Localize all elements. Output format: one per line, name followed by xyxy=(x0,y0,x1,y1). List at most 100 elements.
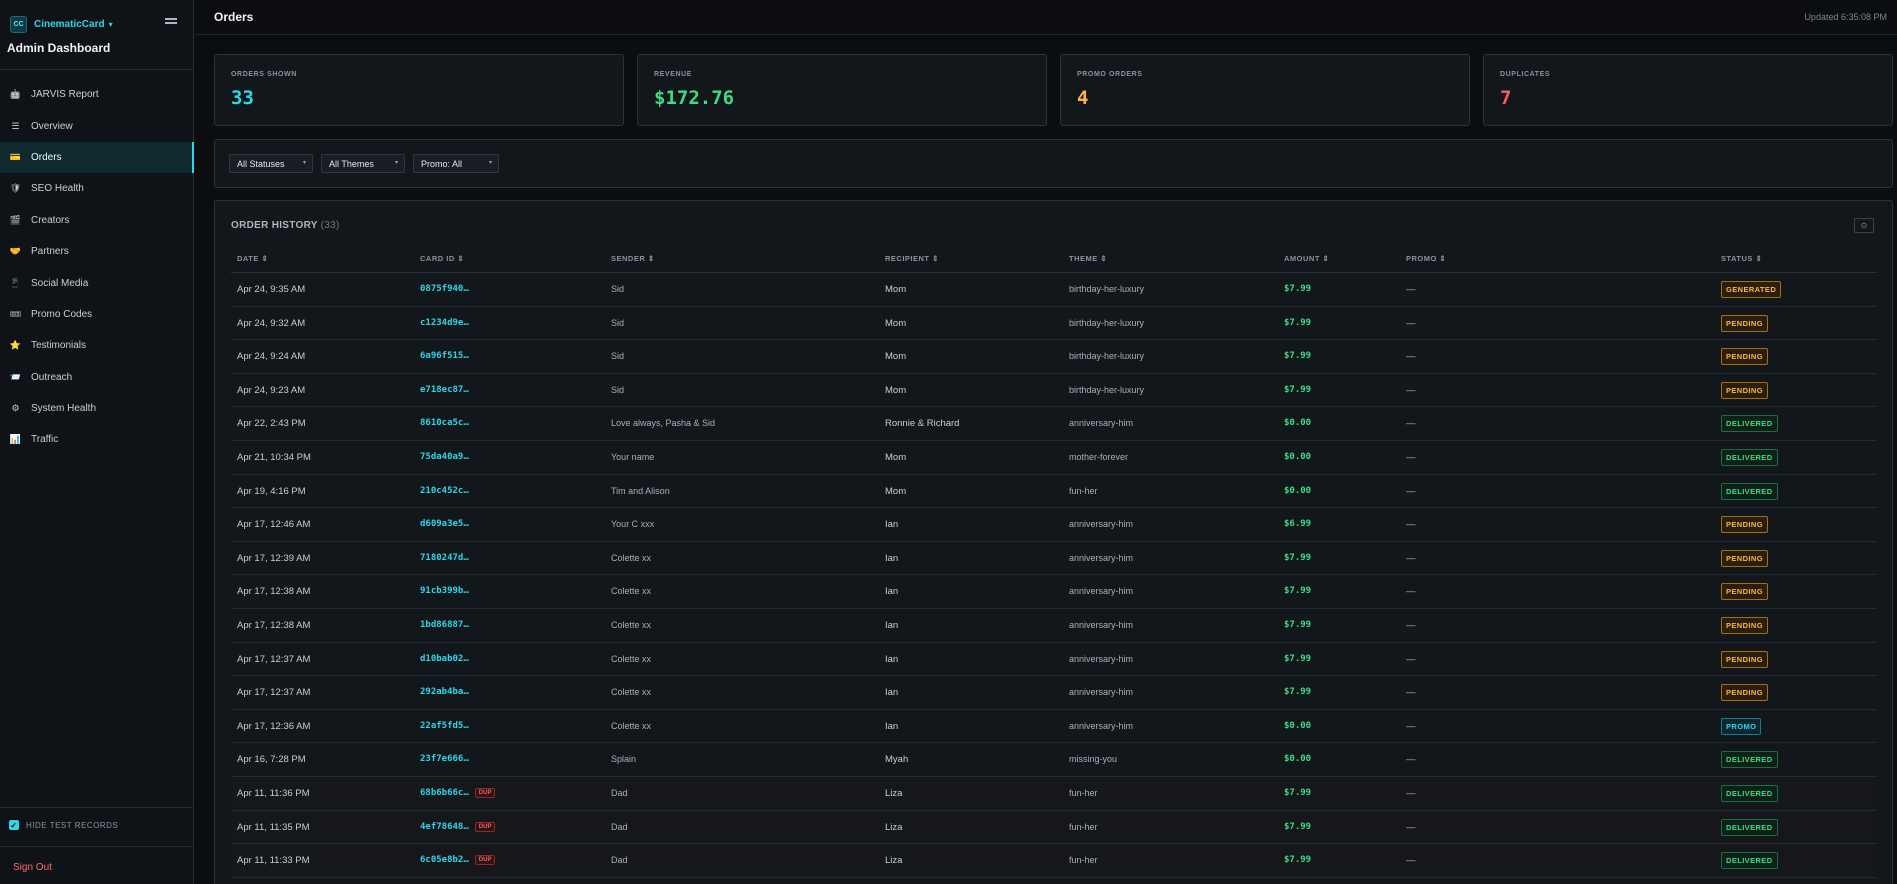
cell-card-id[interactable]: e718ec87… xyxy=(420,385,469,395)
column-header-card-id[interactable]: CARD ID ⇕ xyxy=(420,254,464,263)
table-row[interactable]: Apr 17, 12:38 AM 1bd86887… Colette xx Ian an… xyxy=(231,609,1877,643)
cell-card-id-text[interactable]: 210c452c… xyxy=(420,486,469,496)
cell-card-id-text[interactable]: c1234d9e… xyxy=(420,318,469,328)
sidebar-item-testimonials[interactable]: ⭐ Testimonials xyxy=(0,330,194,361)
cell-card-id-text[interactable]: 8610ca5c… xyxy=(420,418,469,428)
sidebar-item-promo-codes[interactable]: 🎟 Promo Codes xyxy=(0,299,194,330)
stat-label: DUPLICATES xyxy=(1500,71,1551,78)
sign-out-link[interactable]: Sign Out xyxy=(13,862,52,873)
checkbox-checked-icon[interactable]: ✓ xyxy=(9,820,19,830)
cell-amount-text: $6.99 xyxy=(1284,519,1312,530)
cell-theme-text: fun-her xyxy=(1069,485,1098,496)
sidebar-item-partners[interactable]: 🤝 Partners xyxy=(0,236,194,267)
sidebar-item-social-media[interactable]: 📱 Social Media xyxy=(0,267,194,298)
top-bar: Orders Updated 6:35:08 PM xyxy=(195,0,1897,35)
table-row[interactable]: Apr 11, 11:36 PM 68b6b66c… DUP Dad Liza fun-h… xyxy=(231,776,1877,811)
table-row[interactable]: Apr 17, 12:36 AM 22af5fd5… Colette xx Ian an… xyxy=(231,710,1877,744)
cell-card-id[interactable]: 210c452c… xyxy=(420,486,469,496)
cell-card-id-text[interactable]: 23f7e666… xyxy=(420,754,469,764)
column-header-theme[interactable]: THEME ⇕ xyxy=(1069,254,1107,263)
cell-amount: $7.99 xyxy=(1284,586,1311,596)
cell-card-id[interactable]: 6c05e8b2… DUP xyxy=(420,855,496,866)
column-header-amount[interactable]: AMOUNT ⇕ xyxy=(1284,254,1329,263)
cell-card-id-text[interactable]: 91cb399b… xyxy=(420,586,469,596)
status-filter-select[interactable]: All Statuses ▾ xyxy=(229,154,313,173)
sidebar-item-traffic[interactable]: 📊 Traffic xyxy=(0,424,194,455)
cell-card-id-text[interactable]: 292ab4ba… xyxy=(420,687,469,697)
hide-test-records-toggle[interactable]: ✓ HIDE TEST RECORDS xyxy=(9,820,118,830)
cell-date-text: Apr 24, 9:24 AM xyxy=(237,351,306,363)
sidebar-item-creators[interactable]: 🎬 Creators xyxy=(0,205,194,236)
cell-card-id[interactable]: 6a96f515… xyxy=(420,351,469,361)
cell-theme-text: missing-you xyxy=(1069,754,1118,765)
collapse-sidebar-icon[interactable] xyxy=(165,18,177,28)
table-row[interactable]: Apr 21, 10:34 PM 75da40a9… Your name Mom mot… xyxy=(231,441,1877,475)
table-row[interactable]: Apr 17, 12:46 AM d609a3e5… Your C xxx Ian an… xyxy=(231,508,1877,542)
cell-promo: — xyxy=(1406,553,1416,564)
table-row[interactable]: Apr 11, 11:33 PM 6c05e8b2… DUP Dad Liza fun-h… xyxy=(231,844,1877,878)
sidebar-item-jarvis-report[interactable]: 🤖 JARVIS Report xyxy=(0,79,194,110)
cell-card-id[interactable]: 91cb399b… xyxy=(420,586,469,596)
cell-promo: — xyxy=(1406,788,1416,799)
cell-recipient-text: Liza xyxy=(885,821,903,833)
cell-recipient-text: Ian xyxy=(885,720,899,732)
duplicate-badge: DUP xyxy=(474,821,496,832)
cell-card-id[interactable]: 7180247d… xyxy=(420,553,469,563)
column-header-recipient[interactable]: RECIPIENT ⇕ xyxy=(885,254,939,263)
chevron-down-icon: ▾ xyxy=(302,160,306,166)
cell-card-id-text[interactable]: 1bd86887… xyxy=(420,620,469,630)
cell-card-id-text[interactable]: 0875f940… xyxy=(420,284,469,294)
brand-switcher[interactable]: CC CinematicCard ▾ xyxy=(10,16,113,33)
cell-card-id[interactable]: 0875f940… xyxy=(420,284,469,294)
sidebar-item-overview[interactable]: ☰ Overview xyxy=(0,110,194,141)
cell-promo-text: — xyxy=(1406,720,1416,732)
table-row[interactable]: Apr 24, 9:23 AM e718ec87… Sid Mom birthday-h… xyxy=(231,374,1877,408)
table-row[interactable]: Apr 17, 12:38 AM 91cb399b… Colette xx Ian an… xyxy=(231,575,1877,609)
column-header-status[interactable]: STATUS ⇕ xyxy=(1721,254,1762,263)
cell-card-id-text[interactable]: 4ef78648… xyxy=(420,822,469,832)
filter-bar: All Statuses ▾ All Themes ▾ Promo: All ▾ xyxy=(214,139,1893,188)
cell-card-id-text[interactable]: d609a3e5… xyxy=(420,519,469,529)
theme-filter-select[interactable]: All Themes ▾ xyxy=(321,154,405,173)
table-row[interactable]: Apr 17, 12:39 AM 7180247d… Colette xx Ian an… xyxy=(231,542,1877,576)
cell-card-id[interactable]: c1234d9e… xyxy=(420,318,469,328)
refresh-button[interactable]: ⊙ xyxy=(1854,218,1874,233)
table-row[interactable]: Apr 19, 4:16 PM 210c452c… Tim and Alison Mo… xyxy=(231,475,1877,509)
column-header-date[interactable]: DATE ⇕ xyxy=(237,254,268,263)
table-row[interactable]: Apr 22, 2:43 PM 8610ca5c… Love always, Pas… xyxy=(231,407,1877,441)
cell-promo: — xyxy=(1406,855,1416,866)
table-row[interactable]: Apr 24, 9:32 AM c1234d9e… Sid Mom birthday-h… xyxy=(231,307,1877,341)
sidebar-item-system-health[interactable]: ⚙ System Health xyxy=(0,393,194,424)
promo-filter-select[interactable]: Promo: All ▾ xyxy=(413,154,499,173)
cell-card-id[interactable]: 23f7e666… xyxy=(420,754,469,764)
column-header-sender[interactable]: SENDER ⇕ xyxy=(611,254,655,263)
sidebar-item-orders[interactable]: 💳 Orders xyxy=(0,141,194,174)
cell-date-text: Apr 11, 11:36 PM xyxy=(237,787,310,799)
cell-card-id[interactable]: 292ab4ba… xyxy=(420,687,469,697)
table-row[interactable]: Apr 24, 9:35 AM 0875f940… Sid Mom birthday-h… xyxy=(231,273,1877,307)
cell-card-id-text[interactable]: e718ec87… xyxy=(420,385,469,395)
cell-card-id[interactable]: 4ef78648… DUP xyxy=(420,821,496,832)
table-row[interactable]: Apr 17, 12:37 AM 292ab4ba… Colette xx Ian an… xyxy=(231,676,1877,710)
table-row[interactable]: Apr 17, 12:37 AM d10bab02… Colette xx Ian an… xyxy=(231,643,1877,677)
column-header-promo[interactable]: PROMO ⇕ xyxy=(1406,254,1446,263)
cell-card-id[interactable]: 75da40a9… xyxy=(420,452,469,462)
cell-card-id[interactable]: 1bd86887… xyxy=(420,620,469,630)
cell-card-id[interactable]: 22af5fd5… xyxy=(420,721,469,731)
table-row[interactable]: Apr 11, 11:35 PM 4ef78648… DUP Dad Liza fun-h… xyxy=(231,810,1877,845)
cell-card-id-text[interactable]: 22af5fd5… xyxy=(420,721,469,731)
cell-card-id-text[interactable]: 7180247d… xyxy=(420,553,469,563)
cell-card-id[interactable]: 8610ca5c… xyxy=(420,418,469,428)
cell-card-id[interactable]: 68b6b66c… DUP xyxy=(420,787,496,798)
sidebar-item-outreach[interactable]: 📨 Outreach xyxy=(0,362,194,393)
cell-card-id-text[interactable]: d10bab02… xyxy=(420,654,469,664)
cell-card-id-text[interactable]: 68b6b66c… xyxy=(420,788,469,798)
cell-card-id[interactable]: d10bab02… xyxy=(420,654,469,664)
sidebar-item-seo-health[interactable]: 🛡 SEO Health xyxy=(0,173,194,204)
cell-card-id-text[interactable]: 75da40a9… xyxy=(420,452,469,462)
table-row[interactable]: Apr 16, 7:28 PM 23f7e666… Splain Myah missin… xyxy=(231,743,1877,777)
cell-card-id-text[interactable]: 6c05e8b2… xyxy=(420,855,469,865)
cell-card-id[interactable]: d609a3e5… xyxy=(420,519,469,529)
cell-card-id-text[interactable]: 6a96f515… xyxy=(420,351,469,361)
table-row[interactable]: Apr 24, 9:24 AM 6a96f515… Sid Mom birthday-h… xyxy=(231,340,1877,374)
